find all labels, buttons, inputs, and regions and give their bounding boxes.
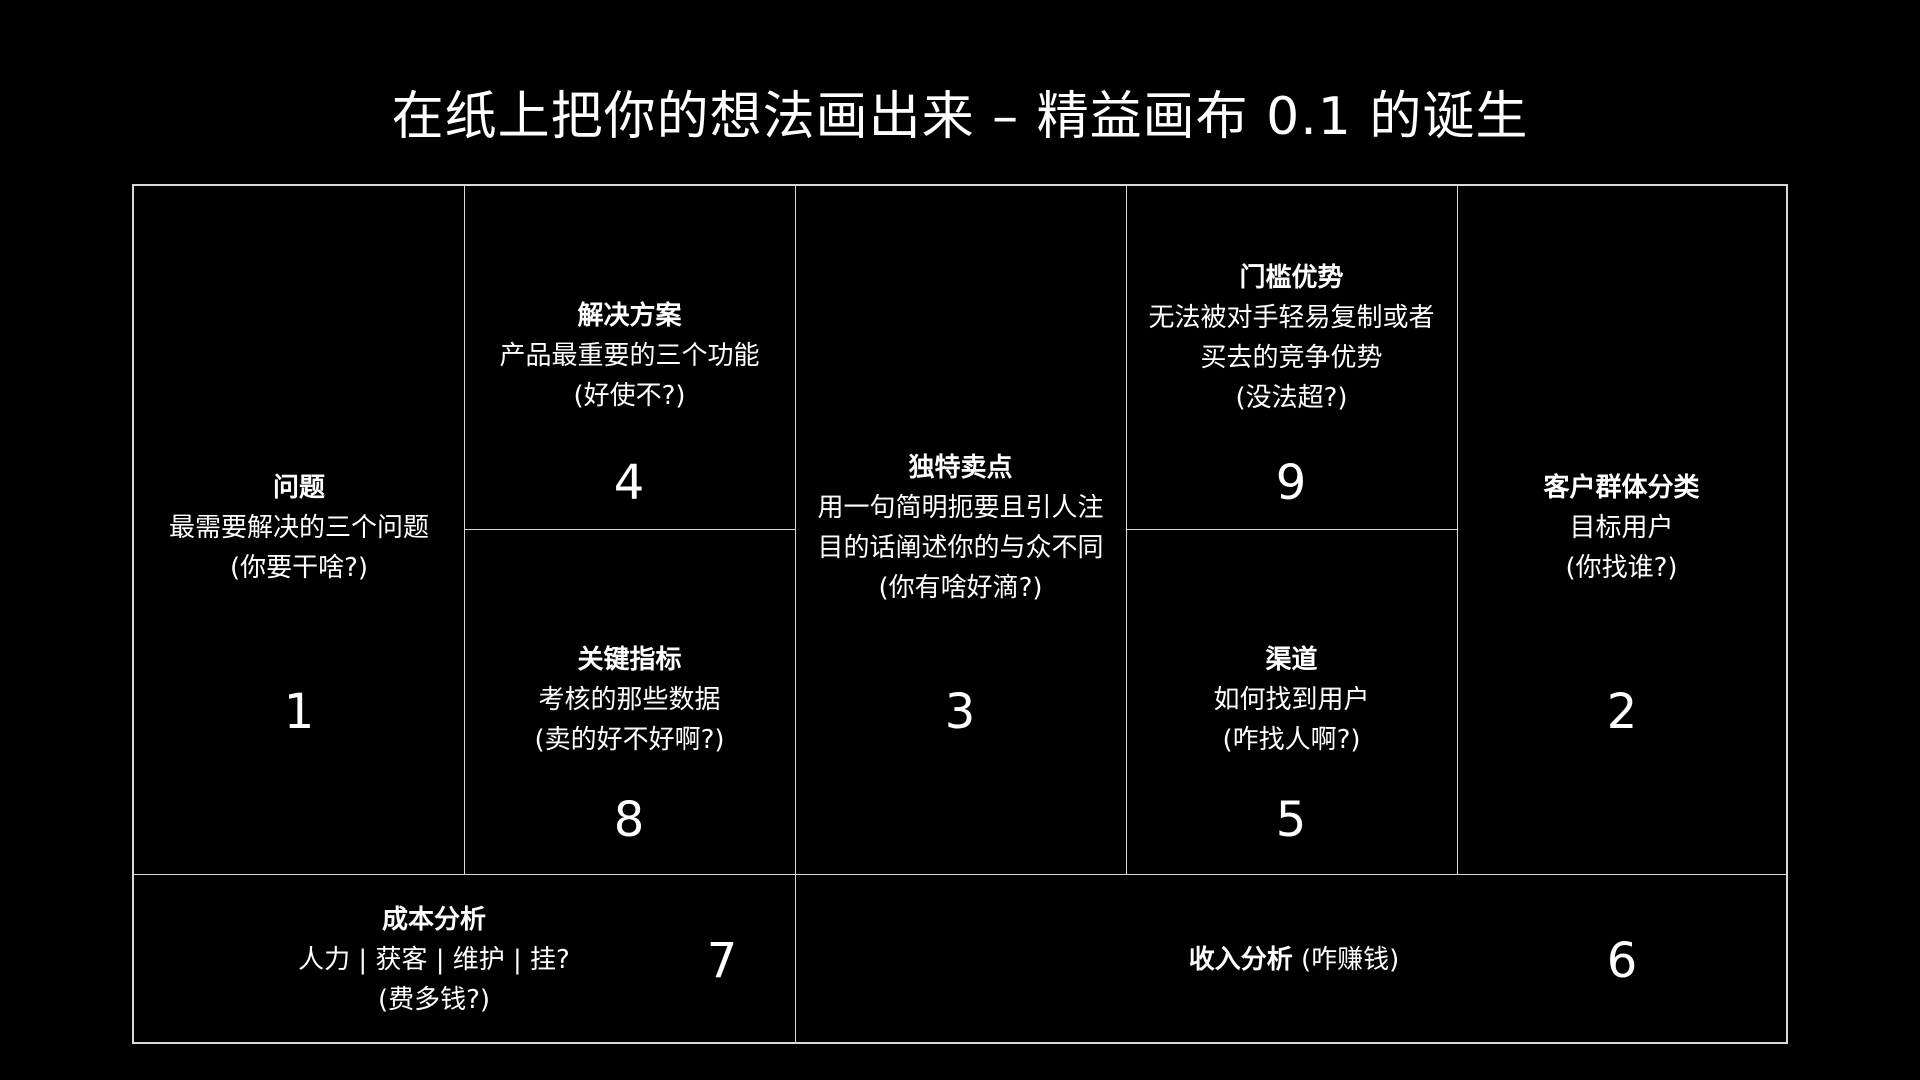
cell-heading: 独特卖点	[908, 453, 1013, 483]
cell-question: (卖的好不好啊?)	[534, 725, 725, 755]
cell-number: 9	[1275, 455, 1307, 511]
cell-question: (咋找人啊?)	[1222, 725, 1361, 755]
cell-revenue-streams: 收入分析 (咋赚钱)	[1154, 940, 1434, 980]
cell-heading: 渠道	[1265, 645, 1318, 675]
cell-key-metrics: 关键指标 考核的那些数据 (卖的好不好啊?)	[464, 640, 795, 760]
divider-line	[1126, 529, 1457, 530]
cell-heading: 关键指标	[577, 645, 682, 675]
cell-question: (你要干啥?)	[229, 553, 369, 583]
cell-number: 7	[706, 933, 738, 989]
cell-question: (你有啥好滴?)	[878, 573, 1043, 603]
cell-question: (你找谁?)	[1565, 553, 1678, 583]
cell-description: 人力 | 获客 | 维护 | 挂?	[298, 945, 570, 975]
page-title: 在纸上把你的想法画出来 – 精益画布 0.1 的诞生	[391, 87, 1529, 147]
cell-description: 买去的竞争优势	[1200, 343, 1383, 373]
lean-canvas: 问题 最需要解决的三个问题 (你要干啥?) 1 解决方案 产品最重要的三个功能 …	[132, 184, 1788, 1044]
divider-line	[134, 874, 1786, 875]
cell-description: 考核的那些数据	[538, 685, 721, 715]
cell-cost-structure: 成本分析 人力 | 获客 | 维护 | 挂? (费多钱?)	[284, 900, 584, 1020]
cell-description: 产品最重要的三个功能	[499, 341, 760, 371]
cell-description: 用一句简明扼要且引人注	[817, 493, 1104, 523]
cell-customer-segments: 客户群体分类 目标用户 (你找谁?)	[1457, 468, 1786, 588]
divider-line	[464, 186, 465, 874]
cell-unique-value-proposition: 独特卖点 用一句简明扼要且引人注 目的话阐述你的与众不同 (你有啥好滴?)	[795, 448, 1126, 608]
cell-number: 8	[613, 792, 645, 848]
cell-unfair-advantage: 门槛优势 无法被对手轻易复制或者 买去的竞争优势 (没法超?)	[1126, 258, 1457, 418]
cell-heading: 客户群体分类	[1543, 473, 1700, 503]
cell-question: (咋赚钱)	[1300, 945, 1400, 975]
cell-heading: 收入分析	[1188, 945, 1293, 975]
cell-number: 5	[1275, 792, 1307, 848]
cell-solution: 解决方案 产品最重要的三个功能 (好使不?)	[464, 296, 795, 416]
cell-problem: 问题 最需要解决的三个问题 (你要干啥?)	[134, 468, 464, 588]
cell-description: 如何找到用户	[1213, 685, 1370, 715]
cell-number: 6	[1606, 933, 1638, 989]
cell-heading: 解决方案	[577, 301, 682, 331]
cell-channels: 渠道 如何找到用户 (咋找人啊?)	[1126, 640, 1457, 760]
cell-question: (好使不?)	[573, 381, 686, 411]
cell-description: 目的话阐述你的与众不同	[817, 533, 1104, 563]
cell-heading: 问题	[272, 473, 325, 503]
cell-number: 1	[283, 684, 315, 740]
cell-description: 无法被对手轻易复制或者	[1148, 303, 1435, 333]
cell-description: 目标用户	[1569, 513, 1674, 543]
divider-line	[795, 186, 796, 1042]
cell-number: 4	[613, 455, 645, 511]
cell-question: (费多钱?)	[377, 985, 491, 1015]
cell-heading: 门槛优势	[1239, 263, 1344, 293]
cell-description: 最需要解决的三个问题	[168, 513, 429, 543]
cell-number: 2	[1606, 684, 1638, 740]
cell-question: (没法超?)	[1235, 383, 1348, 413]
cell-number: 3	[944, 684, 976, 740]
cell-heading: 成本分析	[381, 905, 486, 935]
divider-line	[464, 529, 795, 530]
